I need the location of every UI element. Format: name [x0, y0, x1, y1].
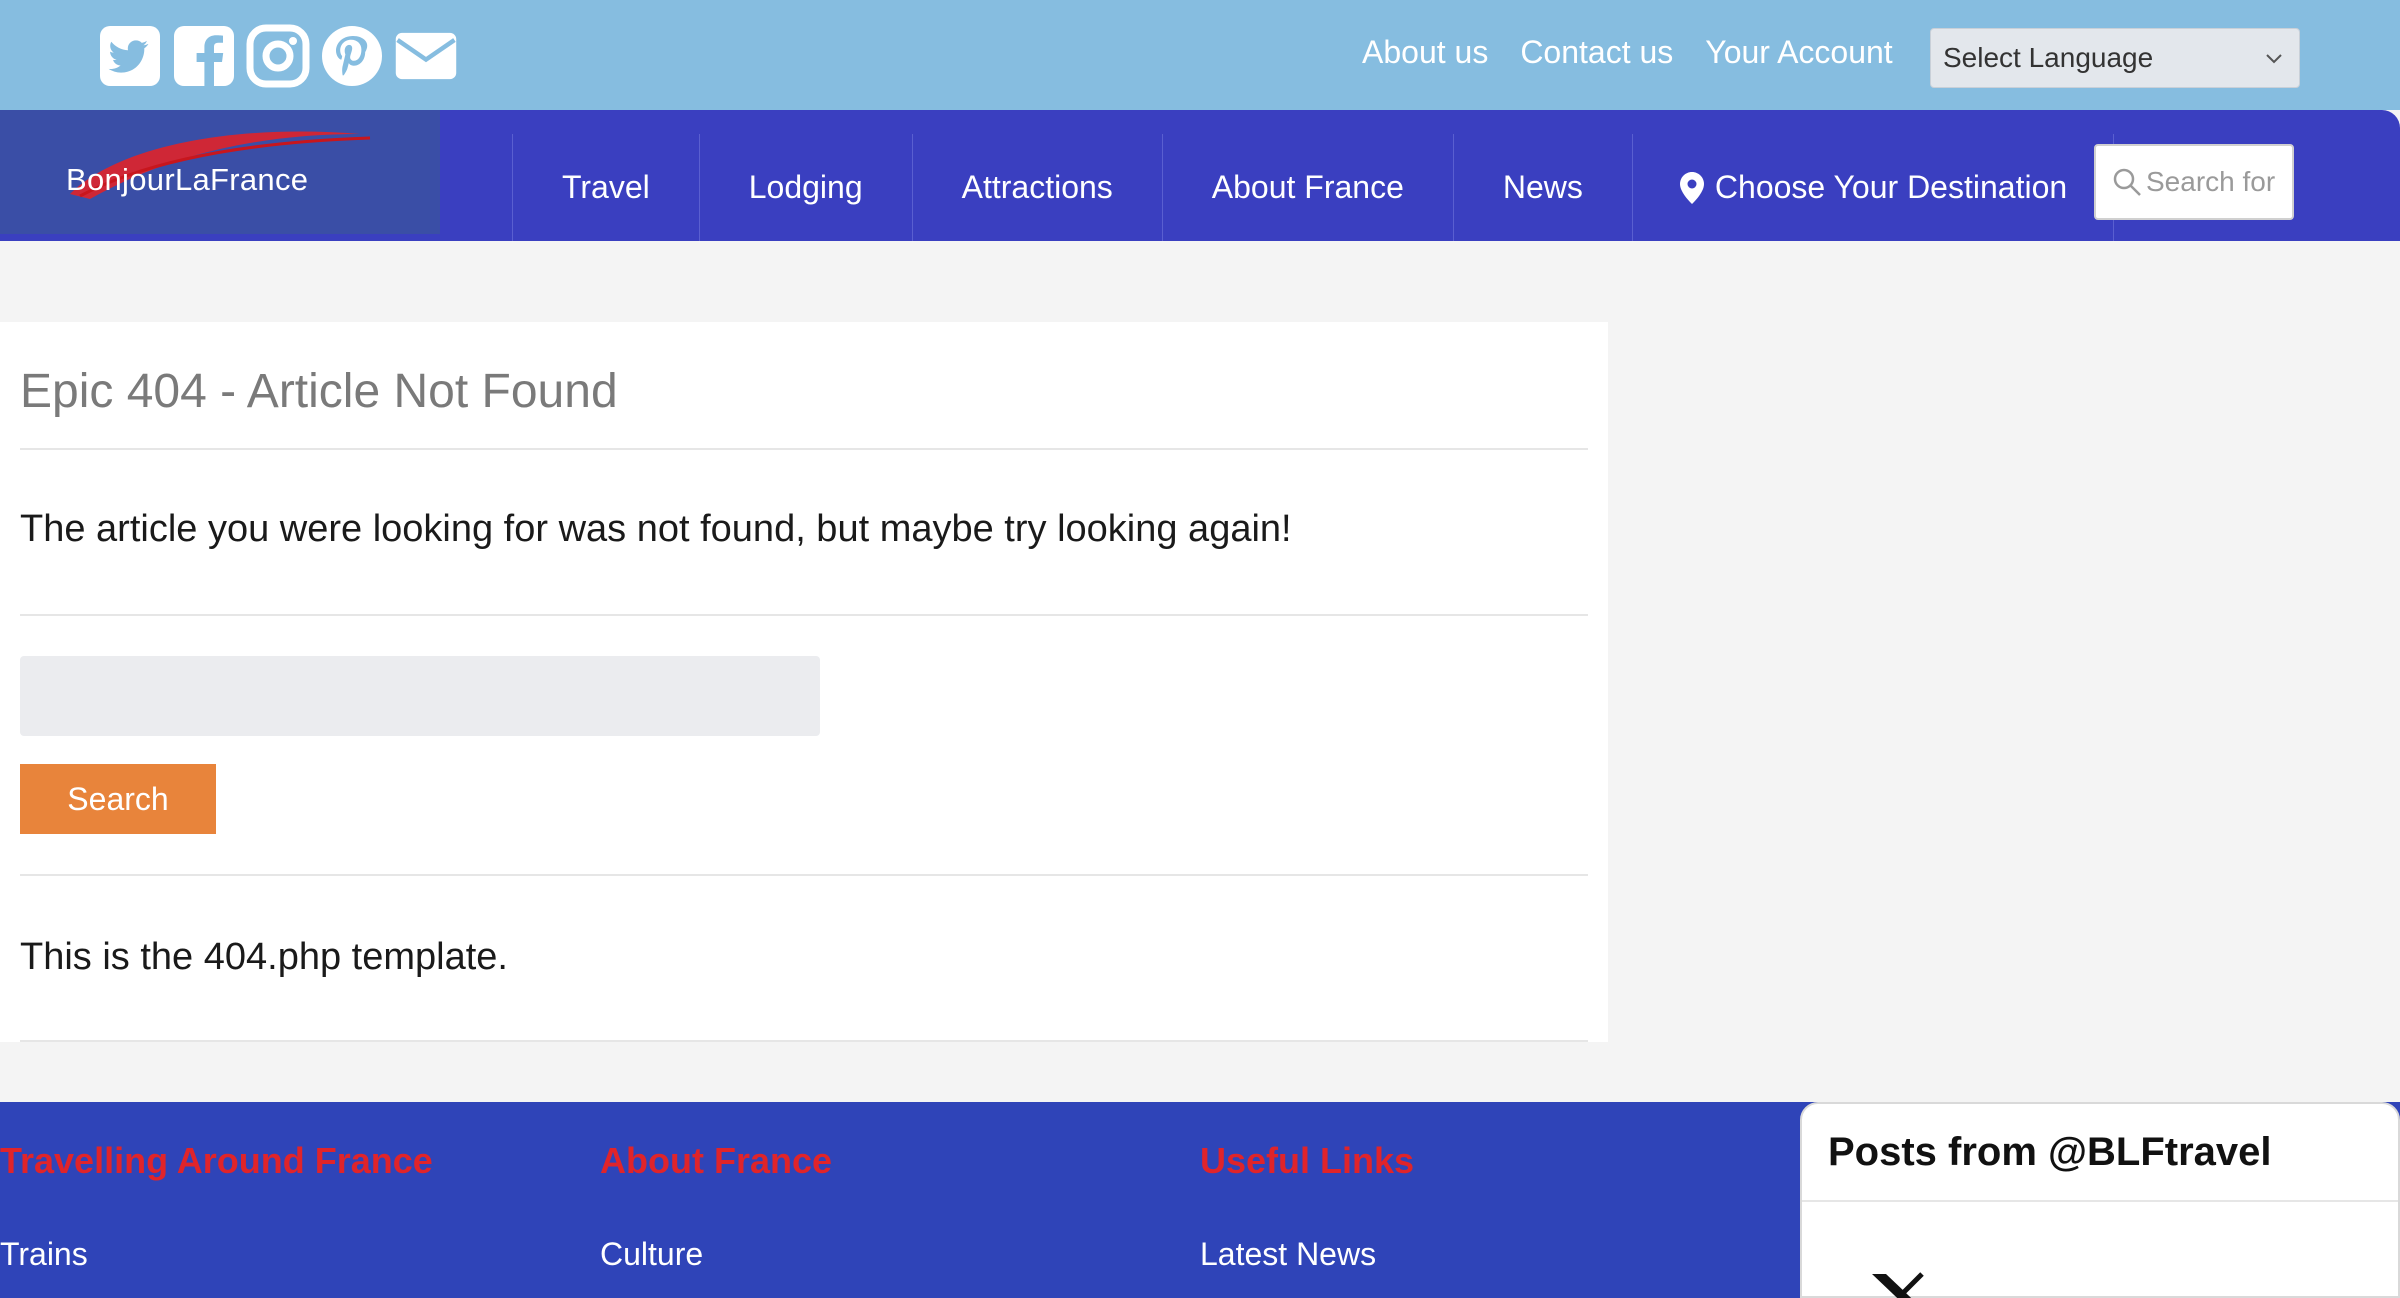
divider	[1802, 1200, 2398, 1202]
contact-us-link[interactable]: Contact us	[1520, 34, 1673, 71]
main-nav: BonjourLaFrance Travel Lodging Attractio…	[0, 110, 2400, 241]
nav-item-label: Attractions	[961, 169, 1113, 205]
search-icon	[2113, 168, 2141, 196]
footer-column-about: About France Culture	[600, 1140, 832, 1273]
mail-icon[interactable]	[394, 24, 458, 88]
language-select-value: Select Language	[1943, 42, 2154, 73]
nav-item-news[interactable]: News	[1452, 134, 1632, 241]
nav-item-about-france[interactable]: About France	[1161, 134, 1453, 241]
nav-item-label: News	[1502, 169, 1583, 205]
footer-link-latest-news[interactable]: Latest News	[1200, 1236, 1414, 1273]
instagram-icon[interactable]	[246, 24, 310, 88]
nav-item-choose-destination[interactable]: Choose Your Destination	[1631, 134, 2115, 241]
page-title: Epic 404 - Article Not Found	[20, 365, 618, 418]
twitter-widget: Posts from @BLFtravel	[1800, 1102, 2400, 1298]
site-logo[interactable]: BonjourLaFrance	[0, 110, 440, 234]
footer-link-culture[interactable]: Culture	[600, 1236, 832, 1273]
footer-link-trains[interactable]: Trains	[0, 1236, 433, 1273]
nav-item-label: About France	[1211, 169, 1404, 205]
about-us-link[interactable]: About us	[1362, 34, 1488, 71]
twitter-widget-title: Posts from @BLFtravel	[1828, 1130, 2272, 1174]
footer-column-travel: Travelling Around France Trains	[0, 1140, 433, 1273]
footer-column-links: Useful Links Latest News	[1200, 1140, 1414, 1273]
footer-heading: About France	[600, 1140, 833, 1181]
pinterest-icon[interactable]	[320, 24, 384, 88]
not-found-message: The article you were looking for was not…	[20, 508, 1292, 550]
divider	[20, 614, 1588, 616]
template-note: This is the 404.php template.	[20, 936, 508, 978]
facebook-icon[interactable]	[172, 24, 236, 88]
nav-item-label: Lodging	[748, 169, 863, 205]
social-links	[98, 24, 458, 88]
article-panel: Epic 404 - Article Not Found The article…	[0, 322, 1608, 1042]
divider	[20, 448, 1588, 450]
divider	[20, 874, 1588, 876]
top-links: About us Contact us Your Account	[1362, 34, 1893, 71]
nav-search-placeholder: Search for	[2146, 166, 2276, 197]
map-pin-icon	[1679, 171, 1704, 204]
twitter-icon[interactable]	[98, 24, 162, 88]
footer-heading: Useful Links	[1200, 1140, 1415, 1181]
nav-item-attractions[interactable]: Attractions	[911, 134, 1162, 241]
x-logo-icon	[1872, 1272, 1924, 1298]
footer-heading: Travelling Around France	[0, 1140, 433, 1181]
search-input[interactable]	[20, 656, 820, 736]
divider	[20, 1040, 1588, 1042]
nav-item-label: Choose Your Destination	[1714, 169, 2068, 205]
logo-text: BonjourLaFrance	[66, 162, 309, 197]
top-bar: About us Contact us Your Account Select …	[0, 0, 2400, 110]
search-button[interactable]: Search	[20, 764, 216, 834]
nav-search-input[interactable]: Search for	[2094, 144, 2294, 220]
your-account-link[interactable]: Your Account	[1705, 34, 1892, 71]
nav-item-label: Travel	[562, 169, 650, 205]
chevron-down-icon	[2266, 54, 2282, 64]
nav-menu: Travel Lodging Attractions About France …	[512, 134, 2115, 241]
language-select[interactable]: Select Language	[1930, 28, 2300, 88]
nav-item-travel[interactable]: Travel	[512, 134, 699, 241]
nav-item-lodging[interactable]: Lodging	[698, 134, 912, 241]
